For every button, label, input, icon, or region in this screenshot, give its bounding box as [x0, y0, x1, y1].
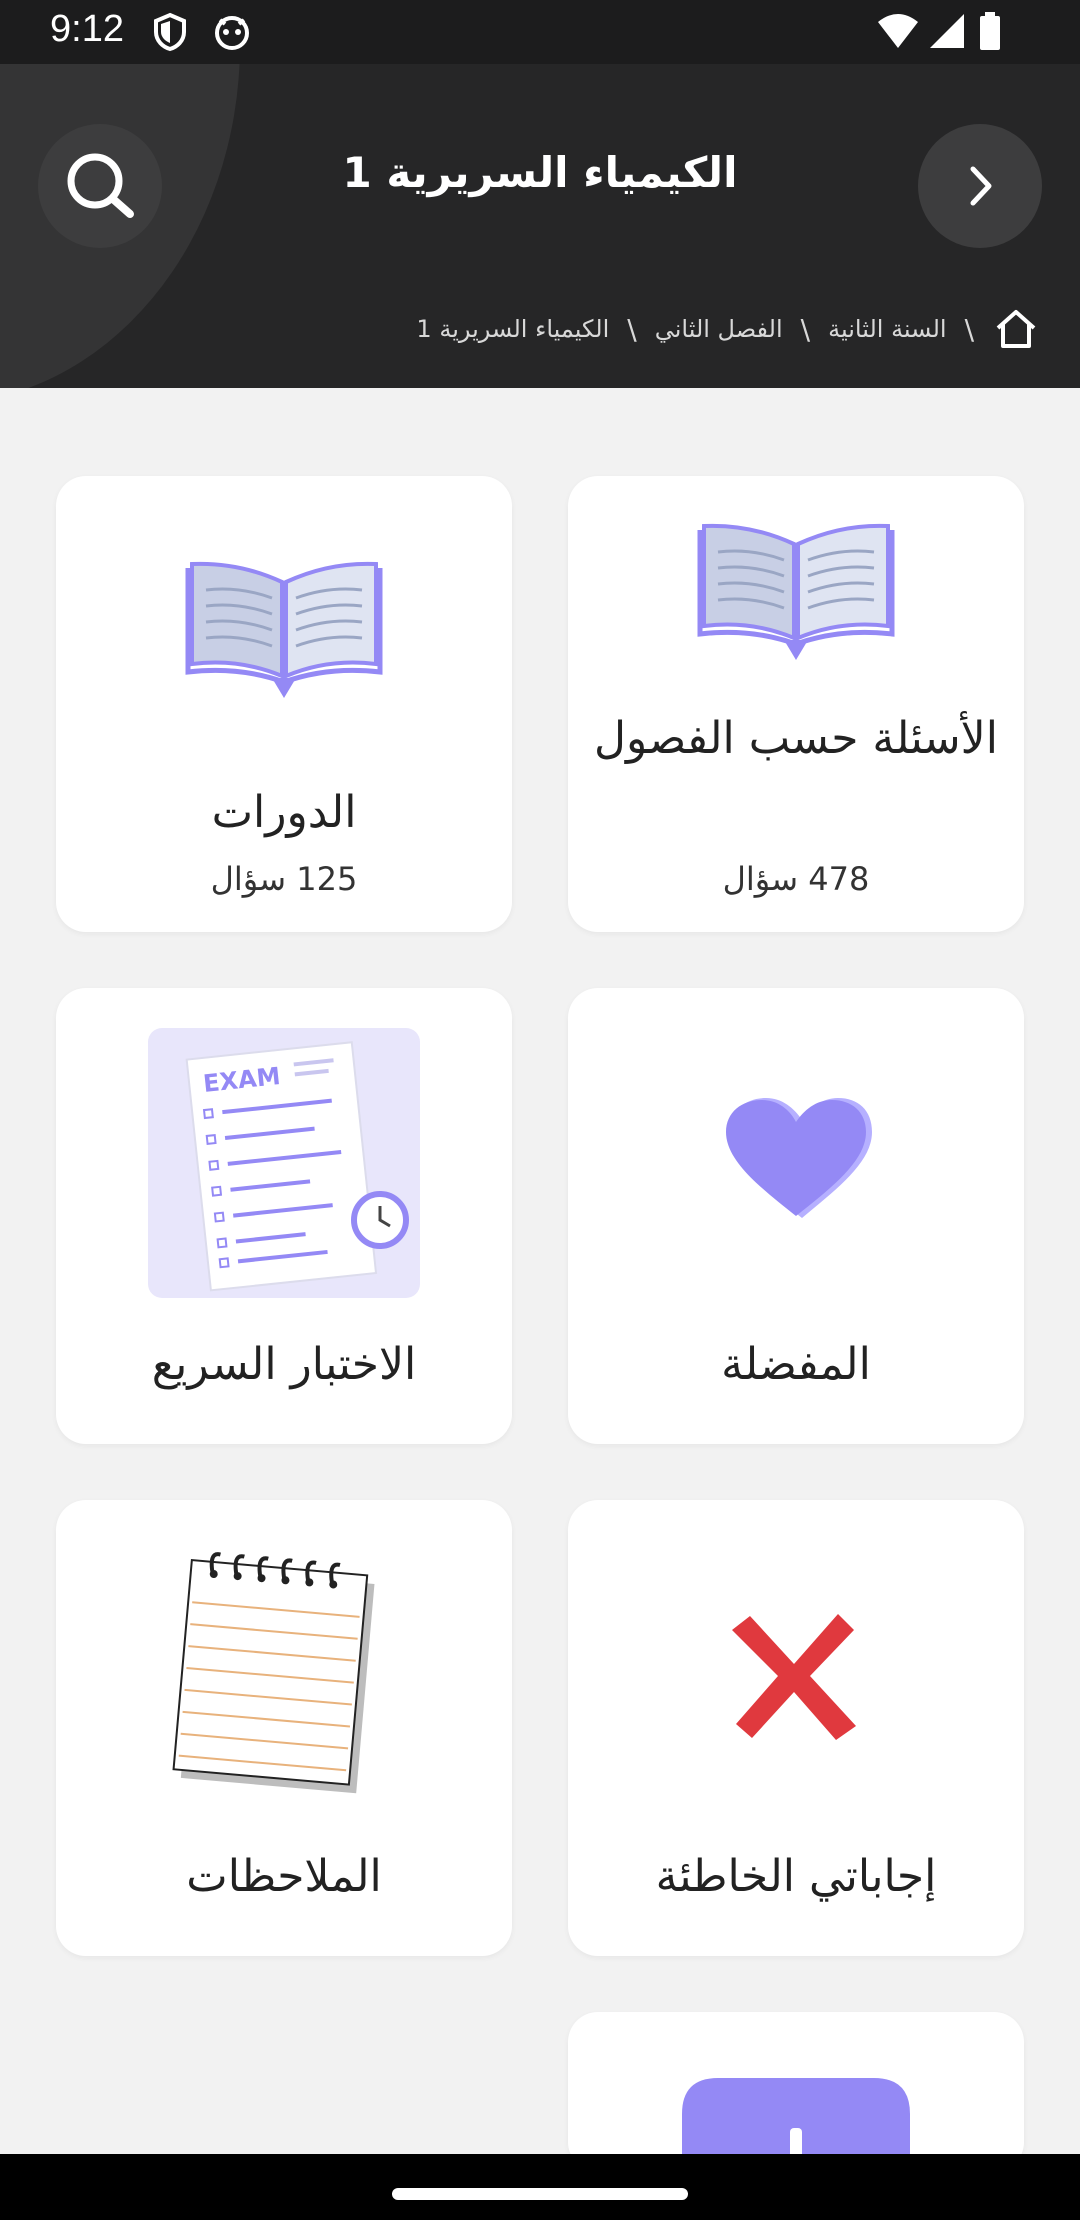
card-title: الملاحظات — [186, 1851, 382, 1902]
card-title: إجاباتي الخاطئة — [655, 1851, 937, 1902]
heart-icon — [726, 1098, 872, 1218]
card-quick-test[interactable]: EXAM الاختبار السريع — [56, 988, 512, 1444]
shield-icon — [154, 12, 186, 52]
breadcrumb-separator: \ — [800, 312, 811, 346]
open-book-icon — [185, 561, 383, 698]
breadcrumb-item-semester[interactable]: الفصل الثاني — [655, 315, 783, 343]
app-notification-icon — [215, 16, 249, 50]
card-title: المفضلة — [721, 1339, 871, 1390]
notepad-icon — [172, 1552, 375, 1794]
card-sessions[interactable]: الدورات 125 سؤال — [56, 476, 512, 932]
card-count: 125 سؤال — [210, 860, 358, 898]
card-title: الأسئلة حسب الفصول — [594, 713, 998, 764]
status-time: 9:12 — [50, 8, 124, 50]
header: الكيمياء السريرية 1 \ السنة الثانية \ ال… — [0, 64, 1080, 388]
system-navigation-bar — [0, 2154, 1080, 2220]
back-button[interactable] — [918, 124, 1042, 248]
search-button[interactable] — [38, 124, 162, 248]
card-title: الدورات — [211, 787, 357, 838]
card-notes[interactable]: الملاحظات — [56, 1500, 512, 1956]
status-bar: 9:12 — [0, 0, 1080, 64]
breadcrumb-separator: \ — [627, 312, 637, 346]
breadcrumb-item-subject[interactable]: الكيمياء السريرية 1 — [416, 315, 609, 343]
card-count: 478 سؤال — [722, 860, 870, 898]
open-book-icon — [697, 523, 895, 660]
card-title: الاختبار السريع — [151, 1339, 417, 1390]
breadcrumb-separator: \ — [964, 312, 974, 346]
page-title: الكيمياء السريرية 1 — [342, 148, 738, 197]
wifi-icon — [878, 14, 918, 48]
home-icon[interactable] — [992, 306, 1040, 352]
battery-icon — [980, 12, 1000, 50]
chevron-right-icon — [970, 166, 992, 206]
cellular-signal-icon — [930, 14, 964, 48]
exam-sheet-icon: EXAM — [148, 1028, 420, 1298]
card-favorites[interactable]: المفضلة — [568, 988, 1024, 1444]
card-questions-by-chapter[interactable]: الأسئلة حسب الفصول 478 سؤال — [568, 476, 1024, 932]
breadcrumb-item-year[interactable]: السنة الثانية — [828, 315, 946, 343]
card-partial[interactable] — [568, 2012, 1024, 2172]
breadcrumb: \ السنة الثانية \ الفصل الثاني \ الكيميا… — [416, 304, 1040, 354]
red-x-icon — [732, 1614, 856, 1740]
home-indicator[interactable] — [392, 2188, 688, 2200]
card-wrong-answers[interactable]: إجاباتي الخاطئة — [568, 1500, 1024, 1956]
search-icon — [67, 153, 134, 218]
